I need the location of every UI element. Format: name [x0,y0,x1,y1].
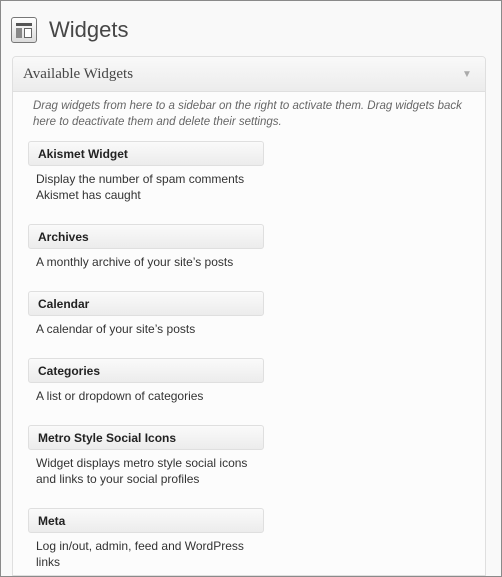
widget-archives[interactable]: Archives A monthly archive of your site’… [28,224,485,270]
available-widgets-panel: Available Widgets ▼ Drag widgets from he… [12,56,486,576]
widget-title[interactable]: Meta [28,508,264,533]
widget-description: A calendar of your site’s posts [36,322,196,336]
widget-title[interactable]: Akismet Widget [28,141,264,166]
widget-categories[interactable]: Categories A list or dropdown of categor… [28,358,485,404]
arrow-down-icon[interactable]: ▼ [459,66,475,82]
widget-title[interactable]: Metro Style Social Icons [28,425,264,450]
widget-description: Widget displays metro style social icons… [36,456,248,486]
page-header: Widgets [11,13,128,47]
widget-akismet[interactable]: Akismet Widget Display the number of spa… [28,141,485,203]
widget-metro-social-icons[interactable]: Metro Style Social Icons Widget displays… [28,425,485,487]
widget-calendar[interactable]: Calendar A calendar of your site’s posts [28,291,485,337]
page-title: Widgets [49,17,129,42]
widget-list: Akismet Widget Display the number of spa… [13,141,485,570]
panel-description: Drag widgets from here to a sidebar on t… [33,100,462,128]
panel-title: Available Widgets [23,65,134,82]
widgets-icon [11,17,37,43]
screenshot-frame: Widgets Available Widgets ▼ Drag widgets… [0,0,502,577]
widget-title[interactable]: Categories [28,358,264,383]
widget-meta[interactable]: Meta Log in/out, admin, feed and WordPre… [28,508,485,570]
widget-description: Display the number of spam comments Akis… [36,172,245,202]
widget-title[interactable]: Archives [28,224,264,249]
widget-description: A monthly archive of your site’s posts [36,255,234,269]
panel-header[interactable]: Available Widgets ▼ [13,57,485,92]
widget-title[interactable]: Calendar [28,291,264,316]
widget-description: A list or dropdown of categories [36,389,204,403]
widget-description: Log in/out, admin, feed and WordPress li… [36,539,244,569]
